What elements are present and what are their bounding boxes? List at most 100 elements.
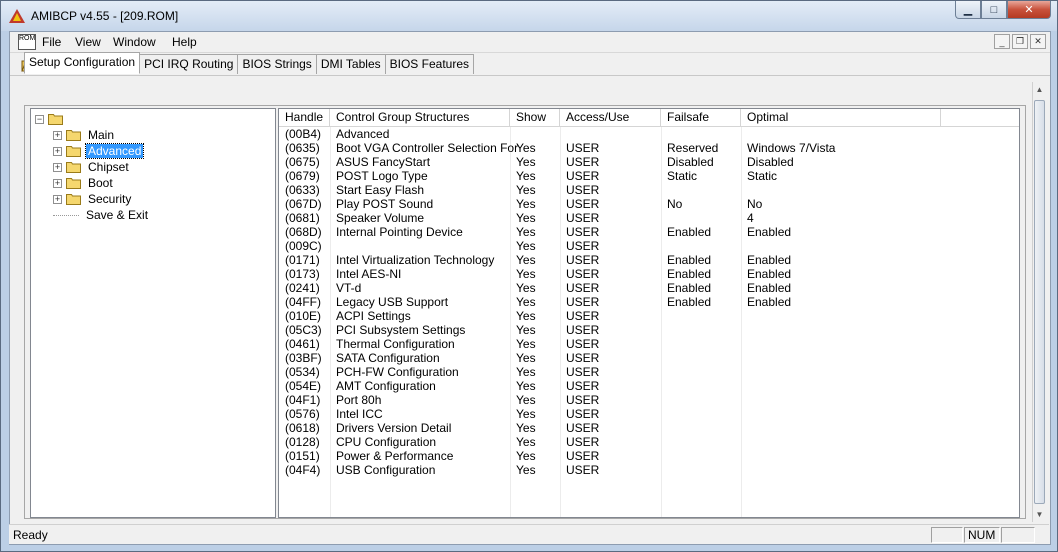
table-row[interactable]: (0633) Start Easy Flash Yes USER <box>279 183 1019 197</box>
title-bar[interactable]: AMIBCP v4.55 - [209.ROM] ▁ □ ✕ <box>1 1 1057 31</box>
table-row[interactable]: (0461) Thermal Configuration Yes USER <box>279 337 1019 351</box>
tab-bios-features[interactable]: BIOS Features <box>384 54 474 74</box>
folder-icon <box>66 162 81 173</box>
menu-window[interactable]: Window <box>113 35 156 49</box>
mdi-restore-button[interactable]: ❐ <box>1012 34 1028 49</box>
table-cell-control-group: VT-d <box>336 281 362 295</box>
tab-bios-strings[interactable]: BIOS Strings <box>237 54 317 74</box>
expand-icon[interactable]: + <box>53 130 62 140</box>
table-cell-access-use: USER <box>566 365 600 379</box>
table-row[interactable]: (009C) Yes USER <box>279 239 1019 253</box>
col-header-control-group[interactable]: Control Group Structures <box>330 109 510 126</box>
table-row[interactable]: (0173) Intel AES-NI Yes USER Enabled Enabled <box>279 267 1019 281</box>
mdi-close-button[interactable]: ✕ <box>1030 34 1046 49</box>
table-row[interactable]: (0128) CPU Configuration Yes USER <box>279 435 1019 449</box>
folder-icon <box>66 194 81 205</box>
table-cell-optimal <box>741 449 747 463</box>
minimize-button[interactable]: ▁ <box>955 1 981 19</box>
scroll-thumb[interactable] <box>1034 100 1045 504</box>
expand-icon[interactable]: + <box>53 146 62 156</box>
menu-view[interactable]: View <box>75 35 101 49</box>
col-header-failsafe[interactable]: Failsafe <box>661 109 741 126</box>
menu-help[interactable]: Help <box>172 35 197 49</box>
table-row[interactable]: (05C3) PCI Subsystem Settings Yes USER <box>279 323 1019 337</box>
table-cell-show: Yes <box>516 449 536 463</box>
vertical-scrollbar[interactable]: ▲ ▼ <box>1032 82 1046 522</box>
scroll-up-arrow-icon[interactable]: ▲ <box>1033 82 1046 97</box>
table-cell-failsafe: Enabled <box>667 267 712 281</box>
table-row[interactable]: (067D) Play POST Sound Yes USER No No <box>279 197 1019 211</box>
structure-grid[interactable]: Handle Control Group Structures Show Acc… <box>278 108 1020 518</box>
table-cell-handle: (05C3) <box>285 323 322 337</box>
table-row[interactable]: (0241) VT-d Yes USER Enabled Enabled <box>279 281 1019 295</box>
table-cell-failsafe: Static <box>667 169 698 183</box>
table-cell-optimal <box>741 421 747 435</box>
table-row[interactable]: (0151) Power & Performance Yes USER <box>279 449 1019 463</box>
table-row[interactable]: (0679) POST Logo Type Yes USER Static Static <box>279 169 1019 183</box>
col-header-show[interactable]: Show <box>510 109 560 126</box>
expand-icon[interactable]: + <box>53 162 62 172</box>
tree-item-save-exit[interactable]: Save & Exit <box>53 207 150 223</box>
table-row[interactable]: (0681) Speaker Volume Yes USER 4 <box>279 211 1019 225</box>
tree-item-advanced[interactable]: + Advanced <box>53 143 145 159</box>
table-row[interactable]: (0618) Drivers Version Detail Yes USER <box>279 421 1019 435</box>
tree-item-chipset[interactable]: + Chipset <box>53 159 131 175</box>
scroll-down-arrow-icon[interactable]: ▼ <box>1033 507 1046 522</box>
expand-icon[interactable]: + <box>53 194 62 204</box>
rom-document-icon[interactable]: ROM <box>18 34 36 50</box>
table-cell-failsafe: No <box>667 197 683 211</box>
expand-icon[interactable]: + <box>53 178 62 188</box>
status-text: Ready <box>13 528 48 542</box>
table-cell-access-use: USER <box>566 337 600 351</box>
table-row[interactable]: (03BF) SATA Configuration Yes USER <box>279 351 1019 365</box>
table-cell-control-group: SATA Configuration <box>336 351 440 365</box>
table-cell-access-use: USER <box>566 323 600 337</box>
tab-pci-irq-routing[interactable]: PCI IRQ Routing <box>139 54 239 74</box>
tree-item-security[interactable]: + Security <box>53 191 133 207</box>
table-cell-control-group: Play POST Sound <box>336 197 434 211</box>
col-header-handle[interactable]: Handle <box>279 109 330 126</box>
table-cell-control-group: Advanced <box>336 127 390 141</box>
table-cell-handle: (04F4) <box>285 463 321 477</box>
tree-root[interactable]: − <box>35 111 63 127</box>
tab-setup-configuration[interactable]: Setup Configuration <box>24 52 141 74</box>
table-cell-optimal: Enabled <box>747 295 792 309</box>
collapse-icon[interactable]: − <box>35 114 44 124</box>
table-row[interactable]: (04F4) USB Configuration Yes USER <box>279 463 1019 477</box>
table-row[interactable]: (054E) AMT Configuration Yes USER <box>279 379 1019 393</box>
table-row[interactable]: (00B4) Advanced <box>279 127 1019 141</box>
table-row[interactable]: (0171) Intel Virtualization Technology Yes… <box>279 253 1019 267</box>
tree-item-main[interactable]: + Main <box>53 127 116 143</box>
mdi-minimize-button[interactable]: _ <box>994 34 1010 49</box>
status-panel-scroll <box>1001 527 1035 543</box>
col-header-access-use[interactable]: Access/Use <box>560 109 661 126</box>
setup-tree[interactable]: − + Main + Advanced + Chipset + Boot + Security Sa… <box>30 108 276 518</box>
table-cell-control-group: Intel Virtualization Technology <box>336 253 495 267</box>
table-row[interactable]: (0576) Intel ICC Yes USER <box>279 407 1019 421</box>
table-row[interactable]: (0675) ASUS FancyStart Yes USER Disabled Disa… <box>279 155 1019 169</box>
table-cell-optimal: Static <box>747 169 778 183</box>
grid-body: (00B4) Advanced (0635) Boot VGA Controller … <box>279 127 1019 477</box>
menu-file[interactable]: File <box>42 35 61 49</box>
table-cell-access-use: USER <box>566 141 600 155</box>
table-cell-optimal <box>741 365 747 379</box>
tree-item-boot[interactable]: + Boot <box>53 175 115 191</box>
col-header-optimal[interactable]: Optimal <box>741 109 941 126</box>
table-row[interactable]: (010E) ACPI Settings Yes USER <box>279 309 1019 323</box>
table-cell-show: Yes <box>516 393 536 407</box>
close-button[interactable]: ✕ <box>1007 1 1051 19</box>
table-cell-failsafe <box>661 127 667 141</box>
table-cell-control-group: POST Logo Type <box>336 169 428 183</box>
maximize-button[interactable]: □ <box>981 1 1007 19</box>
table-row[interactable]: (068D) Internal Pointing Device Yes USER Ena… <box>279 225 1019 239</box>
table-row[interactable]: (0534) PCH-FW Configuration Yes USER <box>279 365 1019 379</box>
table-cell-access-use: USER <box>566 197 600 211</box>
tab-dmi-tables[interactable]: DMI Tables <box>315 54 386 74</box>
table-cell-handle: (010E) <box>285 309 322 323</box>
table-cell-show: Yes <box>516 211 536 225</box>
table-cell-show: Yes <box>516 435 536 449</box>
table-row[interactable]: (04F1) Port 80h Yes USER <box>279 393 1019 407</box>
table-row[interactable]: (04FF) Legacy USB Support Yes USER Enabled En… <box>279 295 1019 309</box>
table-cell-show: Yes <box>516 141 536 155</box>
table-row[interactable]: (0635) Boot VGA Controller Selection For Y… <box>279 141 1019 155</box>
